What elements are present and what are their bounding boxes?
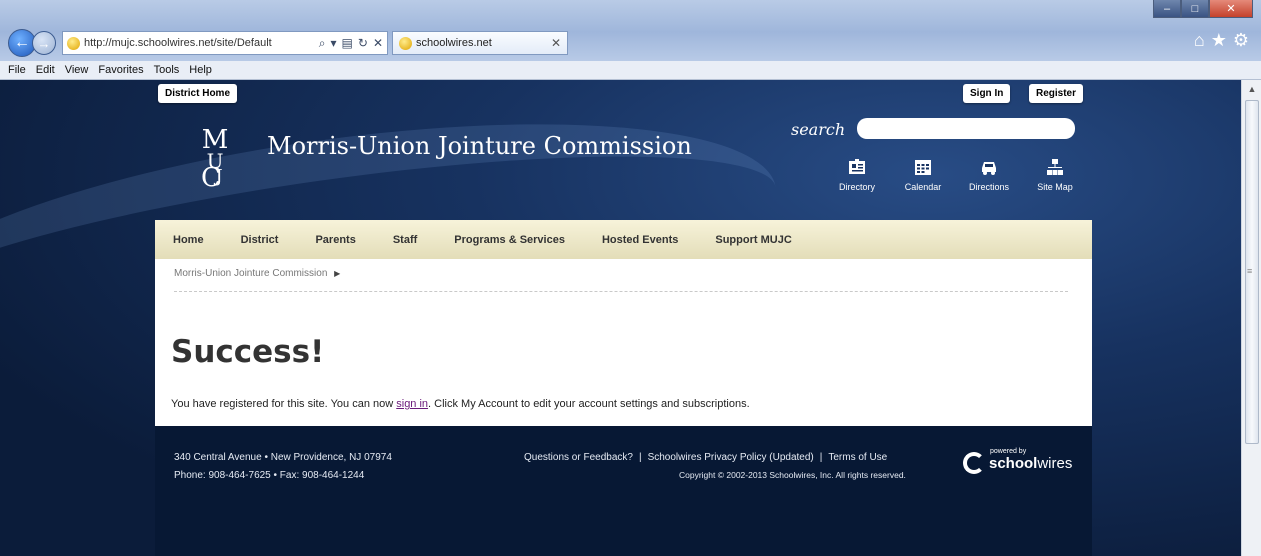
svg-text:J: J [213, 166, 222, 187]
sitemap-icon [1044, 156, 1066, 178]
nav-parents[interactable]: Parents [315, 234, 355, 246]
window-controls: – □ ✕ [1153, 0, 1253, 18]
nav-programs-services[interactable]: Programs & Services [454, 234, 565, 246]
main-navigation: Home District Parents Staff Programs & S… [155, 220, 1092, 259]
search-icon[interactable]: ⌕ [319, 36, 326, 51]
terms-of-use-link[interactable]: Terms of Use [828, 452, 887, 463]
schoolwires-wordmark: schoolwires [989, 454, 1073, 472]
menu-favorites[interactable]: Favorites [98, 64, 143, 76]
content-panel: Morris-Union Jointure Commission ▶ Succe… [155, 259, 1092, 426]
copyright: Copyright © 2002-2013 Schoolwires, Inc. … [679, 470, 906, 480]
privacy-policy-link[interactable]: Schoolwires Privacy Policy (Updated) [648, 452, 814, 463]
register-button[interactable]: Register [1029, 84, 1084, 103]
address-bar[interactable]: http://mujc.schoolwires.net/site/Default… [62, 31, 388, 55]
sign-in-button[interactable]: Sign In [963, 84, 1011, 103]
compatibility-icon[interactable]: ▤ [342, 36, 353, 50]
scroll-grip-icon: ≡ [1247, 266, 1253, 276]
footer-links: Questions or Feedback? | Schoolwires Priva… [524, 452, 887, 463]
breadcrumb: Morris-Union Jointure Commission ▶ [174, 268, 340, 279]
search-label: search [791, 120, 846, 139]
car-icon [978, 156, 1000, 178]
dropdown-icon[interactable]: ▾ [331, 36, 337, 50]
breadcrumb-link[interactable]: Morris-Union Jointure Commission [174, 268, 327, 279]
feedback-link[interactable]: Questions or Feedback? [524, 452, 633, 463]
message-text-before: You have registered for this site. You c… [171, 398, 397, 410]
maximize-button[interactable]: □ [1181, 0, 1209, 18]
web-page: District Home Sign In Register M U C J M… [0, 80, 1241, 556]
menu-edit[interactable]: Edit [36, 64, 55, 76]
quick-link-site-map[interactable]: Site Map [1025, 156, 1085, 192]
quick-link-label: Calendar [904, 182, 942, 192]
nav-hosted-events[interactable]: Hosted Events [602, 234, 678, 246]
separator: | [819, 452, 823, 463]
calendar-icon [912, 156, 934, 178]
nav-home[interactable]: Home [173, 234, 204, 246]
minimize-button[interactable]: – [1153, 0, 1181, 18]
forward-button[interactable]: → [32, 31, 56, 55]
quick-link-directions[interactable]: Directions [959, 156, 1019, 192]
powered-by-schoolwires-logo[interactable]: powered by schoolwires [963, 448, 1073, 474]
powered-by-label: powered by [990, 448, 1027, 455]
message-text-after: . Click My Account to edit your account … [428, 398, 750, 410]
sign-in-link[interactable]: sign in [396, 398, 428, 410]
footer-address: 340 Central Avenue • New Providence, NJ … [174, 452, 392, 463]
quick-links: Directory Calendar Directions Site Map [827, 156, 1091, 192]
page-title: Success! [171, 334, 325, 370]
refresh-icon[interactable]: ↻ [358, 36, 368, 50]
menu-view[interactable]: View [65, 64, 89, 76]
district-home-button[interactable]: District Home [158, 84, 238, 103]
site-favicon-icon [67, 36, 80, 50]
footer-phone-fax: Phone: 908-464-7625 • Fax: 908-464-1244 [174, 470, 365, 481]
browser-toolbar-icons: ⌂ ★ ⚙ [1194, 30, 1249, 51]
tab-title: schoolwires.net [416, 37, 492, 49]
tab-close-icon[interactable]: ✕ [551, 36, 561, 50]
quick-link-directory[interactable]: Directory [827, 156, 887, 192]
menu-help[interactable]: Help [189, 64, 212, 76]
quick-link-label: Directory [838, 182, 875, 192]
favorites-star-icon[interactable]: ★ [1211, 30, 1227, 51]
nav-staff[interactable]: Staff [393, 234, 417, 246]
scroll-up-icon[interactable]: ▲ [1242, 80, 1261, 97]
search-input[interactable] [857, 118, 1075, 139]
schoolwires-swirl-icon [963, 452, 985, 474]
menu-bar: File Edit View Favorites Tools Help [0, 61, 1261, 80]
browser-tab[interactable]: schoolwires.net ✕ [392, 31, 568, 55]
site-logo[interactable]: M U C J [189, 120, 241, 193]
home-icon[interactable]: ⌂ [1194, 30, 1205, 51]
quick-link-calendar[interactable]: Calendar [893, 156, 953, 192]
quick-link-label: Directions [968, 182, 1009, 192]
gear-icon[interactable]: ⚙ [1233, 30, 1249, 51]
navigation-row: ← → http://mujc.schoolwires.net/site/Def… [8, 28, 568, 58]
directory-icon [846, 156, 868, 178]
tab-favicon-icon [399, 36, 412, 50]
site-container: District Home Sign In Register M U C J M… [155, 80, 1092, 556]
close-window-button[interactable]: ✕ [1209, 0, 1253, 18]
nav-support-mujc[interactable]: Support MUJC [715, 234, 791, 246]
quick-link-label: Site Map [1037, 182, 1073, 192]
mujc-monogram-icon: M U C J [201, 125, 228, 193]
separator: | [638, 452, 642, 463]
site-name[interactable]: Morris-Union Jointure Commission [267, 132, 692, 160]
browser-chrome: – □ ✕ ← → http://mujc.schoolwires.net/si… [0, 0, 1261, 80]
address-url[interactable]: http://mujc.schoolwires.net/site/Default [84, 37, 314, 49]
vertical-scrollbar[interactable]: ▲ ≡ [1241, 80, 1261, 556]
site-footer: 340 Central Avenue • New Providence, NJ … [155, 426, 1092, 556]
registration-message: You have registered for this site. You c… [171, 398, 750, 410]
menu-tools[interactable]: Tools [154, 64, 180, 76]
divider [174, 291, 1068, 292]
menu-file[interactable]: File [8, 64, 26, 76]
breadcrumb-arrow-icon: ▶ [334, 269, 341, 278]
nav-district[interactable]: District [241, 234, 279, 246]
stop-icon[interactable]: ✕ [373, 36, 383, 50]
